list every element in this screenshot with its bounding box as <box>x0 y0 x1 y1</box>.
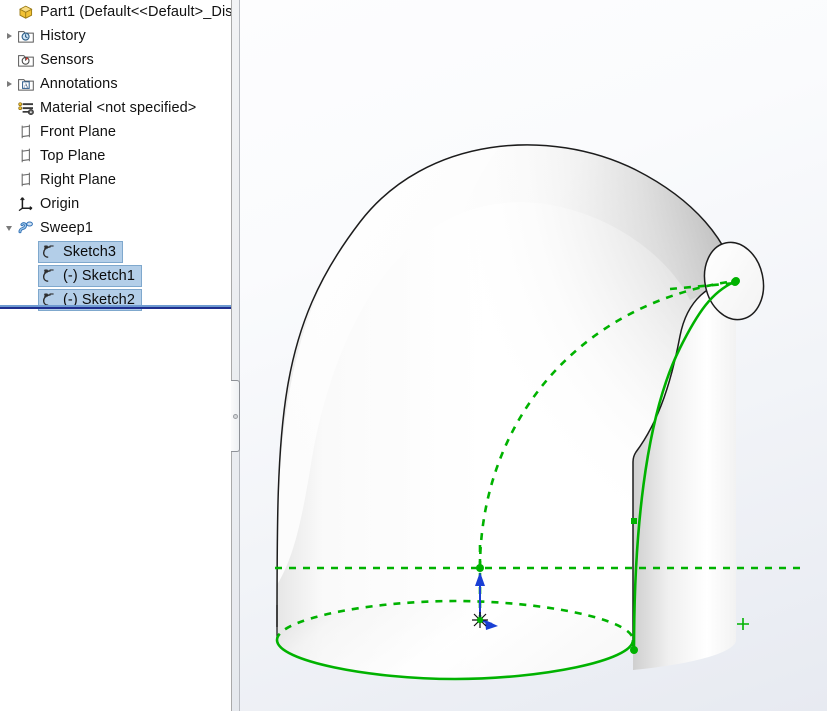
tree-item-label: Part1 (Default<<Default>_Disp <box>40 4 231 20</box>
expander-none <box>2 48 16 72</box>
tree-item-label: Right Plane <box>40 172 117 188</box>
model-viewport <box>275 144 800 681</box>
expander-none <box>2 192 16 216</box>
expander-none <box>2 120 16 144</box>
tree-item-label: Sweep1 <box>40 220 93 236</box>
tree-item-label: Sketch3 <box>63 244 117 260</box>
swept-elbow-body <box>276 144 765 680</box>
rollback-bar-line <box>0 307 231 309</box>
svg-text:A: A <box>24 82 29 89</box>
tree-item-label: Annotations <box>40 76 118 92</box>
tree-item-label: (-) Sketch1 <box>63 268 136 284</box>
tree-item-sketch1[interactable]: (-) Sketch1 <box>0 264 231 288</box>
sketch-icon <box>39 266 59 286</box>
profile-midpoint[interactable] <box>631 518 637 524</box>
graphics-area[interactable] <box>240 0 827 711</box>
panel-splitter[interactable] <box>231 0 240 711</box>
history-icon <box>16 26 36 46</box>
tree-item-sketch3[interactable]: Sketch3 <box>0 240 231 264</box>
origin-icon <box>16 194 36 214</box>
expander-none <box>2 144 16 168</box>
splitter-handle[interactable] <box>231 380 240 452</box>
feature-manager-panel: Part1 (Default<<Default>_Disp History Se… <box>0 0 231 711</box>
expander-annotations[interactable] <box>2 72 16 96</box>
expander-none <box>2 168 16 192</box>
part-icon <box>16 2 36 22</box>
tree-item-label: Material <not specified> <box>40 100 197 116</box>
tree-item-label: Origin <box>40 196 80 212</box>
tree-item-part-root[interactable]: Part1 (Default<<Default>_Disp <box>0 0 231 24</box>
expander-history[interactable] <box>2 24 16 48</box>
sketch-icon <box>39 242 59 262</box>
green-plus-marker <box>737 618 749 630</box>
tree-item-sensors[interactable]: Sensors <box>0 48 231 72</box>
tree-item-origin[interactable]: Origin <box>0 192 231 216</box>
rollback-bar[interactable] <box>0 305 231 309</box>
tree-item-label: Top Plane <box>40 148 106 164</box>
profile-bottom-point[interactable] <box>630 646 638 654</box>
annotations-icon: A <box>16 74 36 94</box>
tree-item-right-plane[interactable]: Right Plane <box>0 168 231 192</box>
sweep-icon <box>16 218 36 238</box>
tree-item-history[interactable]: History <box>0 24 231 48</box>
tree-item-sweep1[interactable]: Sweep1 <box>0 216 231 240</box>
material-icon <box>16 98 36 118</box>
plane-icon <box>16 170 36 190</box>
plane-icon <box>16 146 36 166</box>
feature-tree[interactable]: Part1 (Default<<Default>_Disp History Se… <box>0 0 231 312</box>
tree-item-front-plane[interactable]: Front Plane <box>0 120 231 144</box>
splitter-grip-dot <box>233 414 238 419</box>
sensors-icon <box>16 50 36 70</box>
tree-item-label: Sensors <box>40 52 94 68</box>
selection-highlight: Sketch3 <box>38 241 124 263</box>
solidworks-window: Part1 (Default<<Default>_Disp History Se… <box>0 0 827 711</box>
tree-item-label: History <box>40 28 86 44</box>
sweep-path-end-point[interactable] <box>731 278 739 286</box>
expander-sweep1[interactable] <box>2 216 16 240</box>
tree-item-annotations[interactable]: A Annotations <box>0 72 231 96</box>
expander-none <box>2 96 16 120</box>
tree-item-material[interactable]: Material <not specified> <box>0 96 231 120</box>
plane-icon <box>16 122 36 142</box>
expander-none <box>2 0 16 24</box>
sweep-path-start-point[interactable] <box>476 564 484 572</box>
selection-highlight: (-) Sketch1 <box>38 265 143 287</box>
tree-item-top-plane[interactable]: Top Plane <box>0 144 231 168</box>
tree-item-label: Front Plane <box>40 124 117 140</box>
